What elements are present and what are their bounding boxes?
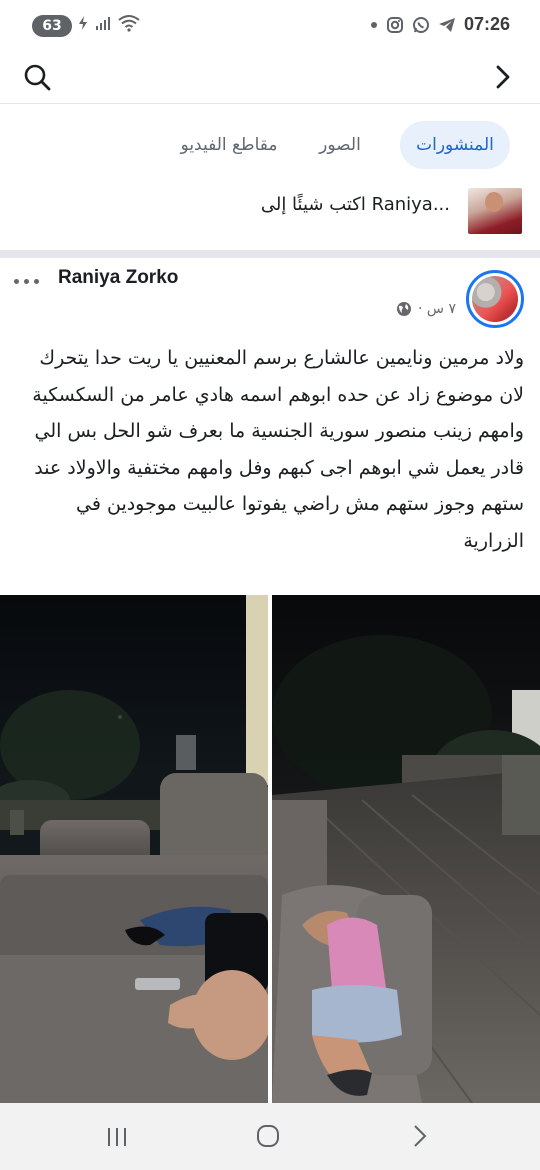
globe-icon (397, 302, 412, 316)
profile-tabs: المنشورات الصور مقاطع الفيديو (0, 104, 540, 186)
chevron-right-icon[interactable] (488, 62, 518, 92)
tab-posts[interactable]: المنشورات (400, 121, 510, 169)
wifi-icon (118, 15, 140, 32)
post-text-line: ولاد مرمين ونايمين عالشارع برسم المعنيين… (39, 347, 524, 369)
instagram-icon (386, 16, 403, 33)
post-photo-right[interactable] (272, 595, 540, 1103)
signal-icon (96, 17, 110, 30)
more-options-icon[interactable] (14, 272, 46, 290)
photo-children-sleeping-on-sofa-left (0, 595, 268, 1103)
composer-prompt[interactable]: اكتب شيئًا إلى Raniya... (261, 194, 450, 215)
post-text-line: لان موضوع زاد عن حده ابوهم اسمه هادي عام… (32, 383, 524, 406)
whatsapp-icon (412, 16, 429, 33)
top-nav (0, 52, 540, 104)
photo-child-sleeping-on-sofa-right (272, 595, 540, 1103)
battery-level: 63 (42, 18, 62, 34)
search-icon[interactable] (22, 62, 52, 92)
status-bar: 63 07:26 (0, 0, 540, 52)
post-text-line: وامهم زينب منصور سورية الجنسية ما بعرف ش… (34, 420, 524, 442)
tab-photos[interactable]: الصور (305, 121, 375, 169)
current-user-avatar (468, 188, 522, 234)
post-text-line: ستهم وجوز ستهم مش راضي يفوتوا عالبيت موج… (76, 493, 524, 515)
post-text-line: قادر يعمل شي ابوهم اجى كبهم وفل وامهم مخ… (34, 456, 524, 479)
battery-saver-icon (79, 16, 87, 30)
system-nav-bar (0, 1103, 540, 1170)
clock: 07:26 (463, 14, 510, 34)
section-divider (0, 250, 540, 258)
post-composer[interactable]: اكتب شيئًا إلى Raniya... (0, 186, 540, 248)
tab-videos[interactable]: مقاطع الفيديو (170, 121, 288, 169)
home-icon[interactable] (256, 1124, 280, 1148)
post-text: ولاد مرمين ونايمين عالشارع برسم المعنيين… (12, 340, 524, 559)
status-right-icons: 07:26 (370, 14, 510, 35)
battery-indicator: 63 (32, 15, 72, 37)
telegram-icon (438, 17, 455, 32)
post-meta: ٧ س · (396, 301, 456, 317)
status-left-icons (78, 14, 140, 32)
post-time[interactable]: ٧ س · (418, 301, 456, 317)
author-avatar[interactable] (466, 270, 524, 328)
post-author-name[interactable]: Raniya Zorko (58, 267, 178, 289)
back-icon[interactable] (408, 1123, 432, 1149)
dot-icon (370, 21, 377, 28)
post-photo-left[interactable] (0, 595, 268, 1103)
recents-icon[interactable] (104, 1125, 130, 1149)
post-text-line: الزرارية (463, 529, 524, 552)
